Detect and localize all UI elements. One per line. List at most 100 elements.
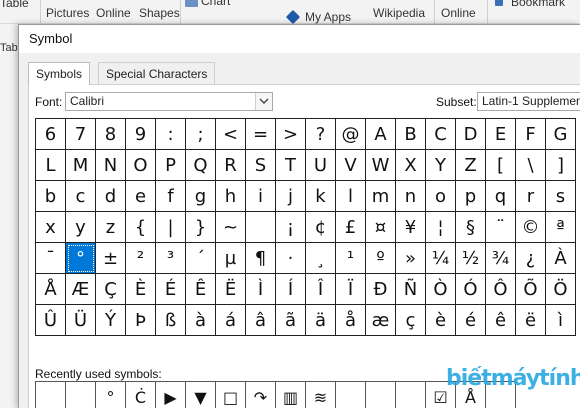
symbol-cell[interactable]: < <box>216 119 246 150</box>
symbol-cell[interactable]: 9 <box>126 119 156 150</box>
symbol-cell[interactable] <box>246 212 276 243</box>
symbol-cell[interactable]: X <box>396 150 426 181</box>
symbol-cell[interactable]: ] <box>546 150 576 181</box>
symbol-cell[interactable]: ¨ <box>486 212 516 243</box>
symbol-cell[interactable]: ä <box>306 305 336 336</box>
symbol-cell[interactable]: ³ <box>156 243 186 274</box>
symbol-cell[interactable]: y <box>66 212 96 243</box>
recent-symbol-cell[interactable]: ▥ <box>276 382 306 408</box>
symbol-cell[interactable]: : <box>156 119 186 150</box>
symbol-cell[interactable]: ¹ <box>336 243 366 274</box>
recent-symbol-cell[interactable] <box>366 382 396 408</box>
ribbon-table-label[interactable]: Table <box>0 0 29 10</box>
symbol-cell[interactable]: Î <box>306 274 336 305</box>
symbol-cell[interactable]: U <box>306 150 336 181</box>
symbol-cell[interactable]: ¿ <box>516 243 546 274</box>
symbol-cell[interactable]: \ <box>516 150 546 181</box>
symbol-cell[interactable]: 7 <box>66 119 96 150</box>
symbol-cell[interactable]: g <box>186 181 216 212</box>
recent-symbol-cell[interactable] <box>66 382 96 408</box>
symbol-cell[interactable]: Q <box>186 150 216 181</box>
ribbon-pictures-button[interactable]: Pictures <box>46 6 89 20</box>
symbol-cell[interactable]: ¶ <box>246 243 276 274</box>
symbol-cell[interactable]: f <box>156 181 186 212</box>
symbol-cell[interactable]: | <box>156 212 186 243</box>
symbol-cell[interactable]: Ê <box>186 274 216 305</box>
recent-symbol-cell[interactable]: ° <box>96 382 126 408</box>
symbol-cell[interactable]: ê <box>486 305 516 336</box>
symbol-cell[interactable]: R <box>216 150 246 181</box>
symbol-cell[interactable]: Z <box>456 150 486 181</box>
symbol-cell[interactable]: z <box>96 212 126 243</box>
symbol-cell[interactable]: W <box>366 150 396 181</box>
symbol-cell[interactable]: x <box>36 212 66 243</box>
symbol-cell[interactable]: © <box>516 212 546 243</box>
symbol-cell[interactable]: > <box>276 119 306 150</box>
symbol-cell[interactable]: Ü <box>66 305 96 336</box>
ribbon-online-video-button[interactable]: Online <box>441 6 476 20</box>
symbol-cell[interactable]: ¡ <box>276 212 306 243</box>
symbol-cell[interactable]: Å <box>36 274 66 305</box>
symbol-cell[interactable]: Ý <box>96 305 126 336</box>
symbol-cell[interactable]: Ð <box>366 274 396 305</box>
symbol-cell[interactable]: C <box>426 119 456 150</box>
subset-select[interactable]: Latin-1 Supplement <box>477 92 580 111</box>
symbol-cell[interactable]: h <box>216 181 246 212</box>
recent-symbol-cell[interactable] <box>396 382 426 408</box>
symbol-cell[interactable]: ² <box>126 243 156 274</box>
symbol-cell[interactable]: { <box>126 212 156 243</box>
symbol-cell[interactable]: P <box>156 150 186 181</box>
symbol-cell[interactable]: F <box>516 119 546 150</box>
symbol-cell[interactable]: ã <box>276 305 306 336</box>
recent-symbol-cell[interactable]: Ċ <box>126 382 156 408</box>
symbol-cell[interactable]: 6 <box>36 119 66 150</box>
symbol-cell[interactable]: â <box>246 305 276 336</box>
recent-symbol-cell[interactable]: ≋ <box>306 382 336 408</box>
title-bar[interactable]: Symbol <box>19 25 580 53</box>
symbol-cell[interactable]: ¤ <box>366 212 396 243</box>
symbol-cell[interactable]: Þ <box>126 305 156 336</box>
symbol-cell[interactable]: ¦ <box>426 212 456 243</box>
symbol-cell[interactable]: n <box>396 181 426 212</box>
symbol-cell[interactable]: M <box>66 150 96 181</box>
symbol-cell[interactable]: Ò <box>426 274 456 305</box>
recent-symbol-cell[interactable] <box>36 382 66 408</box>
symbol-cell[interactable]: ì <box>546 305 576 336</box>
symbol-cell[interactable]: O <box>126 150 156 181</box>
symbol-cell[interactable]: ; <box>186 119 216 150</box>
symbol-cell[interactable]: ç <box>396 305 426 336</box>
symbol-cell[interactable]: Ç <box>96 274 126 305</box>
symbol-cell[interactable]: b <box>36 181 66 212</box>
symbol-cell[interactable]: = <box>246 119 276 150</box>
symbol-cell[interactable]: m <box>366 181 396 212</box>
ribbon-shapes-button[interactable]: Shapes <box>139 6 180 20</box>
symbol-cell[interactable]: q <box>486 181 516 212</box>
recent-symbol-cell[interactable] <box>336 382 366 408</box>
font-select[interactable]: Calibri <box>65 92 273 111</box>
symbol-cell[interactable]: Ì <box>246 274 276 305</box>
symbol-cell[interactable]: Y <box>426 150 456 181</box>
symbol-cell[interactable]: d <box>96 181 126 212</box>
symbol-cell[interactable]: á <box>216 305 246 336</box>
symbol-cell[interactable]: e <box>126 181 156 212</box>
symbol-cell[interactable]: p <box>456 181 486 212</box>
ribbon-bookmark-button[interactable]: Bookmark <box>511 0 565 9</box>
symbol-cell[interactable]: i <box>246 181 276 212</box>
symbol-cell[interactable]: E <box>486 119 516 150</box>
tab-symbols[interactable]: Symbols <box>28 62 91 85</box>
symbol-cell[interactable]: è <box>426 305 456 336</box>
symbol-cell[interactable]: ½ <box>456 243 486 274</box>
recent-symbol-cell[interactable]: ▶ <box>156 382 186 408</box>
symbol-cell[interactable]: ° <box>66 243 96 274</box>
symbol-cell[interactable]: È <box>126 274 156 305</box>
symbol-cell[interactable]: D <box>456 119 486 150</box>
symbol-cell[interactable]: ¸ <box>306 243 336 274</box>
symbol-cell[interactable]: ¼ <box>426 243 456 274</box>
symbol-cell[interactable]: r <box>516 181 546 212</box>
symbol-cell[interactable]: ª <box>546 212 576 243</box>
symbol-cell[interactable]: B <box>396 119 426 150</box>
symbol-cell[interactable]: ´ <box>186 243 216 274</box>
symbol-cell[interactable]: s <box>546 181 576 212</box>
symbol-cell[interactable]: ¢ <box>306 212 336 243</box>
symbol-cell[interactable]: k <box>306 181 336 212</box>
